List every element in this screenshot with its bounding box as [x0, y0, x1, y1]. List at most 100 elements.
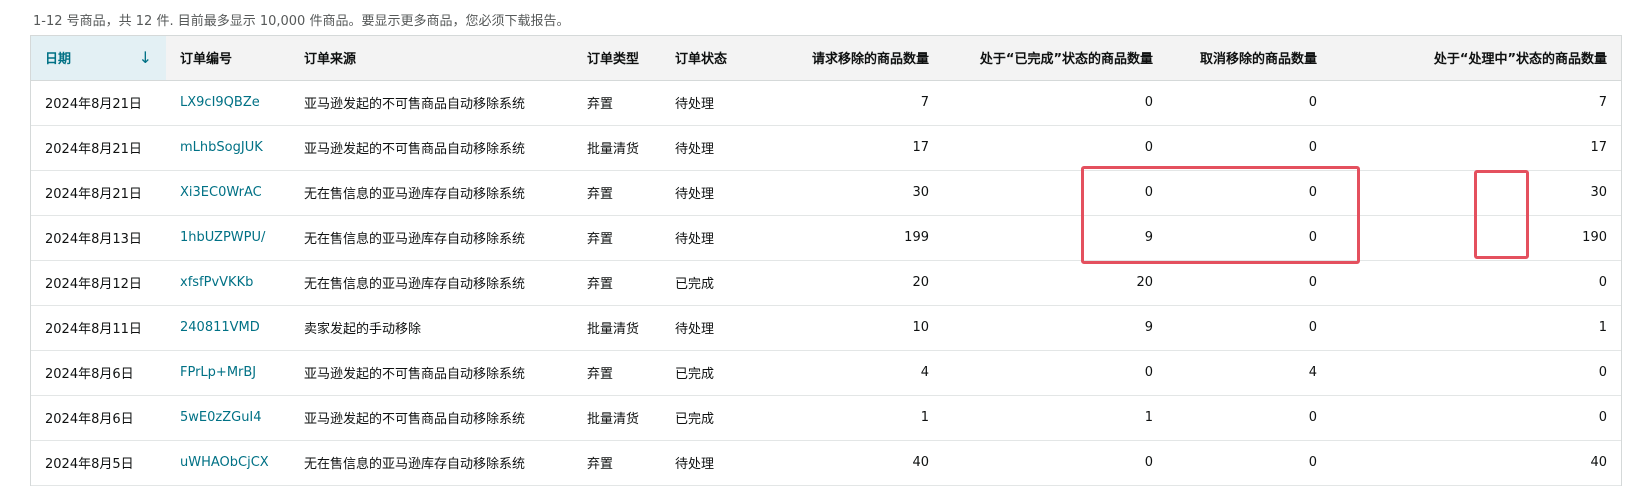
- cell-date: 2024年8月21日: [45, 187, 142, 202]
- cell-status: 已完成: [675, 277, 715, 292]
- column-header-status[interactable]: 订单状态: [661, 36, 749, 81]
- table-row: 2024年8月21日 Xi3EC0WrAC 无在售信息的亚马逊库存自动移除系统 弃置 待…: [31, 170, 1621, 215]
- column-header-requested-qty[interactable]: 请求移除的商品数量: [749, 36, 943, 81]
- removal-orders-table-container: 日期 ↓ 订单编号 订单来源 订单类型 订单状态 请求移除的商品数量 处于“已完…: [30, 35, 1622, 486]
- order-id-link[interactable]: 1hbUZPWPU/: [180, 230, 265, 245]
- cell-type: 批量清货: [587, 142, 640, 157]
- cell-requested-qty: 20: [912, 275, 929, 290]
- cell-in-process-qty: 40: [1590, 455, 1607, 470]
- cell-completed-qty: 0: [1144, 365, 1153, 380]
- cell-requested-qty: 4: [920, 365, 929, 380]
- cell-cancelled-qty: 0: [1308, 320, 1317, 335]
- table-row: 2024年8月11日 240811VMD 卖家发起的手动移除 批量清货 待处理 10 9 0 1: [31, 305, 1621, 350]
- table-row: 2024年8月6日 FPrLp+MrBJ 亚马逊发起的不可售商品自动移除系统 弃置 已完…: [31, 350, 1621, 395]
- cell-order-id: Xi3EC0WrAC: [166, 170, 290, 215]
- order-id-link[interactable]: 5wE0zZGuI4: [180, 410, 262, 425]
- table-header-row: 日期 ↓ 订单编号 订单来源 订单类型 订单状态 请求移除的商品数量 处于“已完…: [31, 36, 1621, 81]
- cell-completed-qty: 0: [1144, 140, 1153, 155]
- cell-type: 弃置: [587, 187, 614, 202]
- cell-type: 弃置: [587, 232, 614, 247]
- cell-in-process-qty: 0: [1598, 275, 1607, 290]
- cell-type: 弃置: [587, 277, 614, 292]
- cell-in-process-qty: 7: [1598, 95, 1607, 110]
- cell-type: 弃置: [587, 367, 614, 382]
- order-id-link[interactable]: uWHAObCjCX: [180, 455, 269, 470]
- cell-date: 2024年8月6日: [45, 412, 134, 427]
- table-row: 2024年8月13日 1hbUZPWPU/无在售信息的亚马逊库存自动移除系统 弃置 待…: [31, 215, 1621, 260]
- cell-type: 批量清货: [587, 412, 640, 427]
- cell-requested-qty: 30: [912, 185, 929, 200]
- cell-completed-qty: 9: [1144, 320, 1153, 335]
- cell-type: 批量清货: [587, 322, 640, 337]
- column-header-in-process-qty[interactable]: 处于“处理中”状态的商品数量: [1331, 36, 1621, 81]
- cell-source: 亚马逊发起的不可售商品自动移除系统: [304, 412, 526, 427]
- cell-status: 待处理: [675, 232, 715, 247]
- cell-status: 已完成: [675, 412, 715, 427]
- cell-status: 待处理: [675, 97, 715, 112]
- cell-order-id: FPrLp+MrBJ: [166, 350, 290, 395]
- cell-completed-qty: 9: [1144, 230, 1153, 245]
- cell-date: 2024年8月11日: [45, 322, 142, 337]
- cell-in-process-qty: 30: [1590, 185, 1607, 200]
- cell-order-id: mLhbSogJUK: [166, 125, 290, 170]
- cell-source: 无在售信息的亚马逊库存自动移除系统: [304, 187, 526, 202]
- cell-date: 2024年8月21日: [45, 97, 142, 112]
- cell-cancelled-qty: 0: [1308, 95, 1317, 110]
- cell-date: 2024年8月13日: [45, 232, 142, 247]
- cell-completed-qty: 1: [1144, 410, 1153, 425]
- table-row: 2024年8月21日 mLhbSogJUK 亚马逊发起的不可售商品自动移除系统 批量清…: [31, 125, 1621, 170]
- arrow-down-icon[interactable]: ↓: [139, 48, 152, 67]
- order-id-link[interactable]: LX9cI9QBZe: [180, 95, 260, 110]
- cell-completed-qty: 0: [1144, 95, 1153, 110]
- cell-in-process-qty: 190: [1582, 230, 1607, 245]
- column-header-source[interactable]: 订单来源: [290, 36, 573, 81]
- order-id-link[interactable]: xfsfPvVKKb: [180, 275, 253, 290]
- cell-cancelled-qty: 0: [1308, 275, 1317, 290]
- cell-source: 无在售信息的亚马逊库存自动移除系统: [304, 457, 526, 472]
- cell-cancelled-qty: 0: [1308, 410, 1317, 425]
- cell-order-id: uWHAObCjCX: [166, 440, 290, 485]
- column-header-completed-qty[interactable]: 处于“已完成”状态的商品数量: [943, 36, 1167, 81]
- cell-status: 待处理: [675, 322, 715, 337]
- cell-requested-qty: 17: [912, 140, 929, 155]
- cell-source: 无在售信息的亚马逊库存自动移除系统: [304, 232, 526, 247]
- cell-order-id: 1hbUZPWPU/: [166, 215, 290, 260]
- cell-status: 待处理: [675, 457, 715, 472]
- removal-orders-table: 日期 ↓ 订单编号 订单来源 订单类型 订单状态 请求移除的商品数量 处于“已完…: [31, 36, 1621, 486]
- order-id-link[interactable]: 240811VMD: [180, 320, 260, 335]
- cell-requested-qty: 40: [912, 455, 929, 470]
- order-id-link[interactable]: FPrLp+MrBJ: [180, 365, 256, 380]
- column-header-label: 日期: [45, 52, 72, 68]
- cell-cancelled-qty: 4: [1308, 365, 1317, 380]
- cell-date: 2024年8月5日: [45, 457, 134, 472]
- column-header-date[interactable]: 日期 ↓: [31, 36, 166, 81]
- cell-requested-qty: 199: [904, 230, 929, 245]
- cell-in-process-qty: 0: [1598, 365, 1607, 380]
- order-id-link[interactable]: mLhbSogJUK: [180, 140, 263, 155]
- cell-date: 2024年8月6日: [45, 367, 134, 382]
- column-header-order-id[interactable]: 订单编号: [166, 36, 290, 81]
- column-header-cancelled-qty[interactable]: 取消移除的商品数量: [1167, 36, 1331, 81]
- cell-status: 已完成: [675, 367, 715, 382]
- cell-status: 待处理: [675, 142, 715, 157]
- cell-requested-qty: 1: [920, 410, 929, 425]
- cell-cancelled-qty: 0: [1308, 140, 1317, 155]
- cell-date: 2024年8月21日: [45, 142, 142, 157]
- cell-order-id: LX9cI9QBZe: [166, 80, 290, 125]
- cell-cancelled-qty: 0: [1308, 230, 1317, 245]
- cell-source: 无在售信息的亚马逊库存自动移除系统: [304, 277, 526, 292]
- cell-cancelled-qty: 0: [1308, 185, 1317, 200]
- cell-source: 卖家发起的手动移除: [304, 322, 422, 337]
- cell-completed-qty: 20: [1136, 275, 1153, 290]
- cell-date: 2024年8月12日: [45, 277, 142, 292]
- cell-in-process-qty: 1: [1598, 320, 1607, 335]
- cell-requested-qty: 10: [912, 320, 929, 335]
- order-id-link[interactable]: Xi3EC0WrAC: [180, 185, 262, 200]
- cell-type: 弃置: [587, 97, 614, 112]
- table-row: 2024年8月21日 LX9cI9QBZe 亚马逊发起的不可售商品自动移除系统 弃置 待…: [31, 80, 1621, 125]
- cell-in-process-qty: 17: [1590, 140, 1607, 155]
- cell-order-id: 240811VMD: [166, 305, 290, 350]
- column-header-type[interactable]: 订单类型: [573, 36, 661, 81]
- cell-type: 弃置: [587, 457, 614, 472]
- cell-source: 亚马逊发起的不可售商品自动移除系统: [304, 97, 526, 112]
